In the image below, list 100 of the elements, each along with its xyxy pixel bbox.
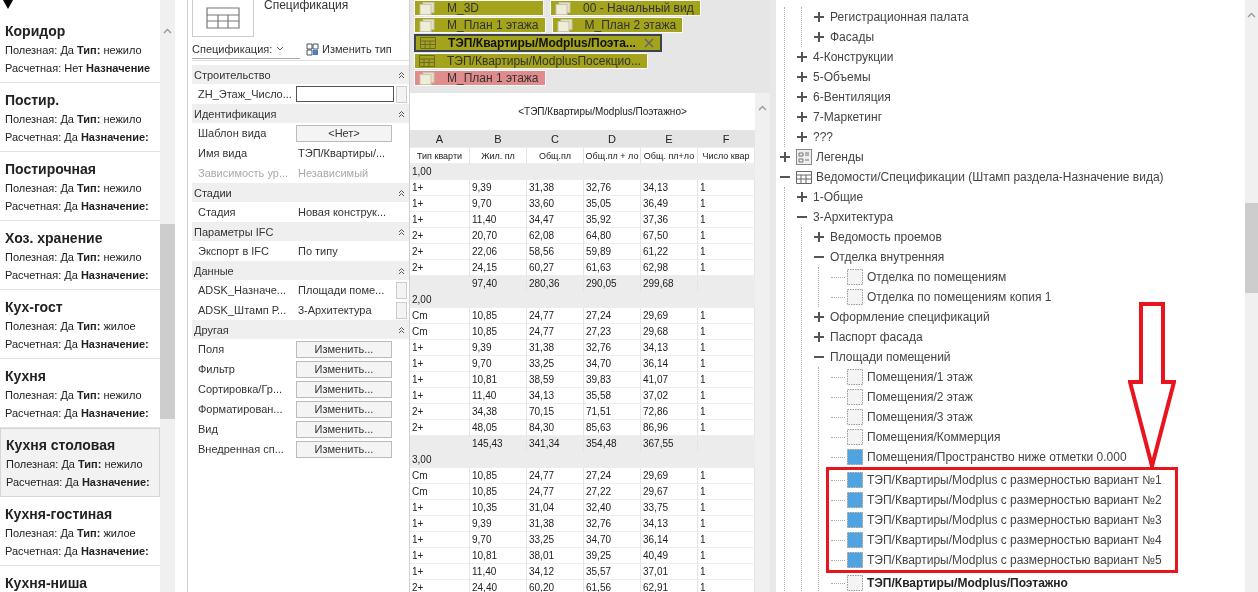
room-list-item[interactable]: Кухня столовая Полезная: Да Тип: нежило Расчетная: Да Назначение: <box>0 428 160 497</box>
tree-item[interactable]: Помещения/1 этаж <box>831 367 973 387</box>
plus-icon[interactable] <box>797 192 807 202</box>
property-group-header[interactable]: Стадии <box>192 183 409 202</box>
tree-item[interactable]: 5-Объемы <box>797 67 871 87</box>
tree-item[interactable]: 4-Конструкции <box>797 47 894 67</box>
collapse-icon[interactable] <box>398 266 405 275</box>
property-label: Форматирован... <box>197 403 283 415</box>
collapse-icon[interactable] <box>398 70 405 79</box>
property-group-header[interactable]: Идентификация <box>192 104 409 123</box>
type-selector[interactable]: Спецификация: <box>192 39 300 59</box>
tree-item[interactable]: Отделка по помещениям копия 1 <box>831 287 1052 307</box>
plus-icon[interactable] <box>814 332 824 342</box>
table-cell: 1+ <box>410 356 470 372</box>
scrollbar-thumb[interactable] <box>1245 203 1258 293</box>
table-cell: 1+ <box>410 548 470 564</box>
scrollbar-thumb[interactable] <box>160 224 175 419</box>
property-group-header[interactable]: Данные <box>192 261 409 280</box>
tree-item[interactable]: Ведомость проемов <box>814 227 942 247</box>
edit-button[interactable]: Изменить... <box>296 400 392 418</box>
plus-icon[interactable] <box>797 72 807 82</box>
scrollbar-track[interactable] <box>160 0 175 592</box>
tree-item[interactable]: Помещения/3 этаж <box>831 407 973 427</box>
tree-item[interactable]: ТЭП/Квартиры/Modplus с размерностью вариант №5 <box>831 550 1162 570</box>
table-cell: 10,85 <box>470 324 527 340</box>
plus-icon[interactable] <box>797 92 807 102</box>
table-cell: 31,04 <box>527 500 584 516</box>
tree-item[interactable]: ТЭП/Квартиры/Modplus с размерностью вариант №1 <box>831 470 1162 490</box>
scrollbar-track[interactable] <box>1245 0 1258 592</box>
tree-item[interactable]: Помещения/Пространство ниже отметки 0.000 <box>831 447 1127 467</box>
column-letter[interactable]: A <box>410 130 470 148</box>
view-tab[interactable]: М_План 1 этажа <box>414 70 546 86</box>
collapse-icon[interactable] <box>398 188 405 197</box>
tree-item[interactable]: Отделка по помещениям <box>831 267 1007 287</box>
view-tab[interactable]: М_3D <box>414 0 544 16</box>
tree-item[interactable]: ТЭП/Квартиры/Modplus с размерностью вариант №2 <box>831 490 1162 510</box>
table-cell: 20,70 <box>470 228 527 244</box>
table-cell: 22,06 <box>470 244 527 260</box>
view-tab[interactable]: 00 - Начальный вид <box>550 0 701 16</box>
column-letter[interactable]: C <box>527 130 584 148</box>
tree-item[interactable]: Фасады <box>814 27 875 47</box>
edit-type-button[interactable]: Изменить тип <box>306 42 392 56</box>
plus-icon[interactable] <box>797 52 807 62</box>
view-tab[interactable]: М_План 1 этажа <box>414 17 546 33</box>
property-group-header[interactable]: Строительство <box>192 65 409 84</box>
edit-button[interactable]: Изменить... <box>296 420 392 438</box>
plus-icon[interactable] <box>797 132 807 142</box>
collapse-icon[interactable] <box>398 227 405 236</box>
tree-item[interactable]: ТЭП/Квартиры/Modplus/Поэтажно <box>831 573 1068 592</box>
view-tab[interactable]: ТЭП/Квартиры/ModplusПосекцио... <box>414 53 648 69</box>
tree-item[interactable]: Регистрационная палата <box>814 7 969 27</box>
table-cell: 10,81 <box>470 548 527 564</box>
table-cell: 24,40 <box>470 580 527 592</box>
tree-item[interactable]: Ведомости/Спецификации (Штамп раздела-Назначение вида) <box>780 167 1164 187</box>
plus-icon[interactable] <box>814 232 824 242</box>
tree-item[interactable]: 1-Общие <box>797 187 864 207</box>
room-name: Кухня <box>5 367 46 386</box>
table-cell: 29,69 <box>641 468 698 484</box>
edit-button[interactable]: Изменить... <box>296 360 392 378</box>
tree-item[interactable]: ??? <box>797 127 834 147</box>
tree-item[interactable]: 7-Маркетинг <box>797 107 882 127</box>
view-tab[interactable]: ТЭП/Квартиры/Modplus/Поэта... <box>414 34 662 52</box>
column-letter[interactable]: E <box>641 130 698 148</box>
edit-button[interactable]: Изменить... <box>296 440 392 458</box>
table-cell: 27,24 <box>584 308 641 324</box>
input-field[interactable] <box>296 86 394 102</box>
plus-icon[interactable] <box>814 312 824 322</box>
edit-button[interactable]: Изменить... <box>296 380 392 398</box>
tree-item[interactable]: Оформление спецификаций <box>814 307 990 327</box>
tree-item[interactable]: ТЭП/Квартиры/Modplus с размерностью вариант №4 <box>831 530 1162 550</box>
property-group-header[interactable]: Другая <box>192 320 409 339</box>
tree-item[interactable]: Площади помещений <box>814 347 951 367</box>
tree-item[interactable]: Паспорт фасада <box>814 327 923 347</box>
plus-icon[interactable] <box>814 12 824 22</box>
column-letter[interactable]: D <box>584 130 641 148</box>
scrollbar-track[interactable] <box>755 93 770 592</box>
plus-icon[interactable] <box>797 112 807 122</box>
plus-icon[interactable] <box>814 32 824 42</box>
tree-item[interactable]: ТЭП/Квартиры/Modplus с размерностью вариант №3 <box>831 510 1162 530</box>
plus-icon[interactable] <box>780 152 790 162</box>
column-letter[interactable]: B <box>470 130 527 148</box>
table-cell: 32,76 <box>584 180 641 196</box>
column-letter[interactable]: F <box>698 130 755 148</box>
collapse-icon[interactable] <box>398 325 405 334</box>
tree-item[interactable]: 6-Вентиляция <box>797 87 891 107</box>
collapse-icon[interactable] <box>398 109 405 118</box>
caret-icon[interactable] <box>3 0 13 9</box>
tree-item[interactable]: Легенды <box>780 147 864 167</box>
table-cell: 37,36 <box>641 212 698 228</box>
edit-button[interactable]: Изменить... <box>296 340 392 358</box>
tree-item[interactable]: 3-Архитектура <box>797 207 894 227</box>
tree-item[interactable]: Отделка внутренняя <box>814 247 945 267</box>
group-header-cell: 1,00 <box>410 164 755 180</box>
property-group-header[interactable]: Параметры IFC <box>192 222 409 241</box>
view-tab[interactable]: М_План 2 этажа <box>551 17 684 33</box>
room-attribute-text: Полезная: Да Тип: нежило <box>5 388 142 403</box>
tree-item[interactable]: Помещения/Коммерция <box>831 427 1001 447</box>
tree-item[interactable]: Помещения/2 этаж <box>831 387 973 407</box>
edit-button[interactable]: <Нет> <box>296 124 392 142</box>
room-attribute-text: Расчетная: Да Назначение: <box>5 199 149 214</box>
